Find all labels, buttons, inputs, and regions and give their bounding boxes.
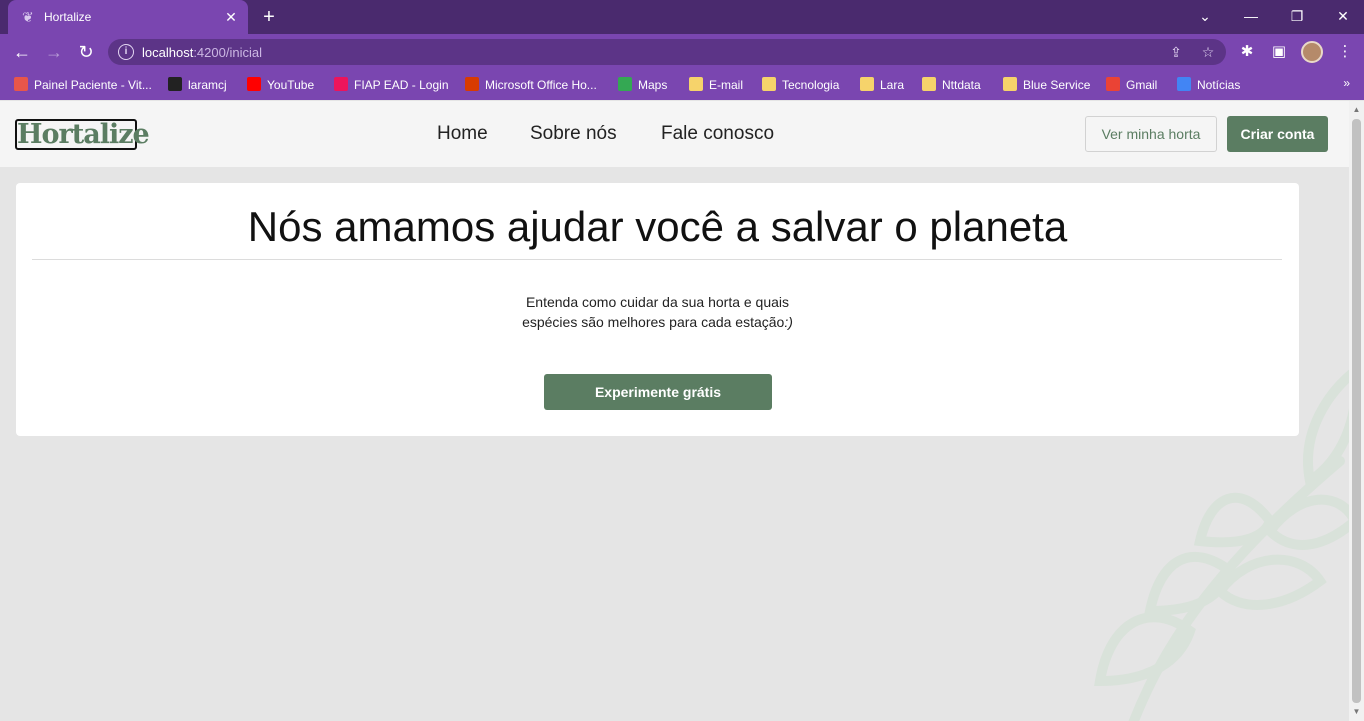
scroll-up-arrow-icon[interactable]: ▲ (1352, 105, 1361, 115)
browser-menu-icon[interactable]: ⋮ (1334, 41, 1356, 63)
hero-text-smiley: :) (784, 314, 793, 330)
bookmark-label: Nttdata (942, 78, 981, 92)
create-account-button[interactable]: Criar conta (1227, 116, 1328, 152)
browser-tab-active[interactable]: ❦ Hortalize ✕ (8, 0, 248, 34)
bookmark-favicon-icon (689, 77, 703, 91)
close-window-button[interactable]: ✕ (1328, 5, 1358, 27)
bookmark-favicon-icon (465, 77, 479, 91)
browser-tab-strip: ❦ Hortalize ✕ + ⌄ — ❐ ✕ (0, 0, 1364, 34)
hero-text-line2: espécies são melhores para cada estação (522, 314, 785, 330)
scrollbar-thumb[interactable] (1352, 119, 1361, 703)
minimize-window-button[interactable]: — (1236, 5, 1266, 27)
forward-arrow-icon[interactable]: → (42, 40, 66, 64)
bookmark-favicon-icon (14, 77, 28, 91)
bookmark-label: Microsoft Office Ho... (485, 78, 597, 92)
profile-avatar[interactable] (1301, 41, 1323, 63)
bookmark-favicon-icon (762, 77, 776, 91)
bookmark-favicon-icon (1177, 77, 1191, 91)
bookmark-label: Painel Paciente - Vit... (34, 78, 152, 92)
nav-link-home[interactable]: Home (437, 123, 488, 145)
address-bar[interactable]: i localhost:4200/inicial ⇪ ☆ (108, 39, 1226, 65)
bookmark-item[interactable]: Painel Paciente - Vit... (14, 76, 152, 94)
bookmark-item[interactable]: FIAP EAD - Login (334, 76, 449, 94)
bookmark-item[interactable]: Notícias (1177, 76, 1240, 94)
bookmark-item[interactable]: Maps (618, 76, 667, 94)
bookmark-label: Notícias (1197, 78, 1241, 92)
bookmark-favicon-icon (168, 77, 182, 91)
restore-window-button[interactable]: ❐ (1282, 5, 1312, 27)
back-arrow-icon[interactable]: ← (10, 40, 34, 64)
hero-title: Nós amamos ajudar você a salvar o planet… (247, 203, 1068, 250)
bookmark-item[interactable]: Lara (860, 76, 904, 94)
nav-link-contact[interactable]: Fale conosco (661, 123, 774, 145)
bookmark-item[interactable]: E-mail (689, 76, 743, 94)
bookmark-label: Tecnologia (782, 78, 840, 92)
new-tab-button[interactable]: + (258, 6, 280, 28)
bookmark-item[interactable]: Gmail (1106, 76, 1157, 94)
leaf-favicon-icon: ❦ (22, 9, 34, 25)
bookmark-favicon-icon (1003, 77, 1017, 91)
tab-title: Hortalize (44, 10, 92, 24)
share-icon[interactable]: ⇪ (1166, 42, 1186, 62)
scroll-down-arrow-icon[interactable]: ▼ (1352, 707, 1361, 717)
bookmark-label: Blue Service (1023, 78, 1091, 92)
side-panel-icon[interactable]: ▣ (1268, 41, 1290, 63)
bookmark-item[interactable]: laramcj (168, 76, 227, 94)
site-info-icon[interactable]: i (118, 44, 134, 60)
try-free-button[interactable]: Experimente grátis (544, 374, 772, 410)
extensions-puzzle-icon[interactable]: ✱ (1236, 41, 1258, 63)
more-bookmarks-icon[interactable]: » (1343, 76, 1350, 90)
close-tab-icon[interactable]: ✕ (222, 8, 240, 26)
bookmark-favicon-icon (618, 77, 632, 91)
bookmark-favicon-icon (1106, 77, 1120, 91)
hero-card: Nós amamos ajudar você a salvar o planet… (16, 183, 1299, 436)
bookmark-star-icon[interactable]: ☆ (1198, 42, 1218, 62)
hero-divider (32, 259, 1282, 260)
site-logo[interactable]: Hortalize (15, 119, 150, 150)
bookmark-label: Gmail (1126, 78, 1158, 92)
hero-description: Entenda como cuidar da sua horta e quais… (16, 292, 1299, 332)
bookmark-item[interactable]: Nttdata (922, 76, 981, 94)
bookmark-item[interactable]: YouTube (247, 76, 314, 94)
bookmark-favicon-icon (922, 77, 936, 91)
browser-toolbar: ← → ↻ i localhost:4200/inicial ⇪ ☆ ✱ ▣ ⋮ (0, 34, 1364, 70)
site-header: Hortalize Home Sobre nós Fale conosco Ve… (0, 101, 1349, 167)
bookmark-favicon-icon (860, 77, 874, 91)
address-bar-url[interactable]: localhost:4200/inicial (142, 45, 262, 60)
bookmark-label: laramcj (188, 78, 227, 92)
bookmark-label: Lara (880, 78, 905, 92)
bookmark-item[interactable]: Tecnologia (762, 76, 839, 94)
reload-icon[interactable]: ↻ (74, 40, 98, 64)
bookmark-favicon-icon (247, 77, 261, 91)
bookmark-label: E-mail (709, 78, 744, 92)
nav-link-about[interactable]: Sobre nós (530, 123, 617, 145)
page-viewport: Hortalize Home Sobre nós Fale conosco Ve… (0, 101, 1349, 721)
view-garden-button[interactable]: Ver minha horta (1085, 116, 1217, 152)
bookmark-label: Maps (638, 78, 668, 92)
bookmark-favicon-icon (334, 77, 348, 91)
tab-search-icon[interactable]: ⌄ (1190, 5, 1220, 27)
hero-text-line1: Entenda como cuidar da sua horta e quais (525, 294, 790, 310)
bookmark-label: YouTube (267, 78, 315, 92)
bookmarks-bar: Painel Paciente - Vit... laramcj YouTube FI… (0, 70, 1364, 100)
bookmark-item[interactable]: Blue Service (1003, 76, 1090, 94)
page-scrollbar[interactable]: ▲ ▼ (1349, 101, 1364, 721)
bookmark-item[interactable]: Microsoft Office Ho... (465, 76, 597, 94)
bookmark-label: FIAP EAD - Login (354, 78, 449, 92)
